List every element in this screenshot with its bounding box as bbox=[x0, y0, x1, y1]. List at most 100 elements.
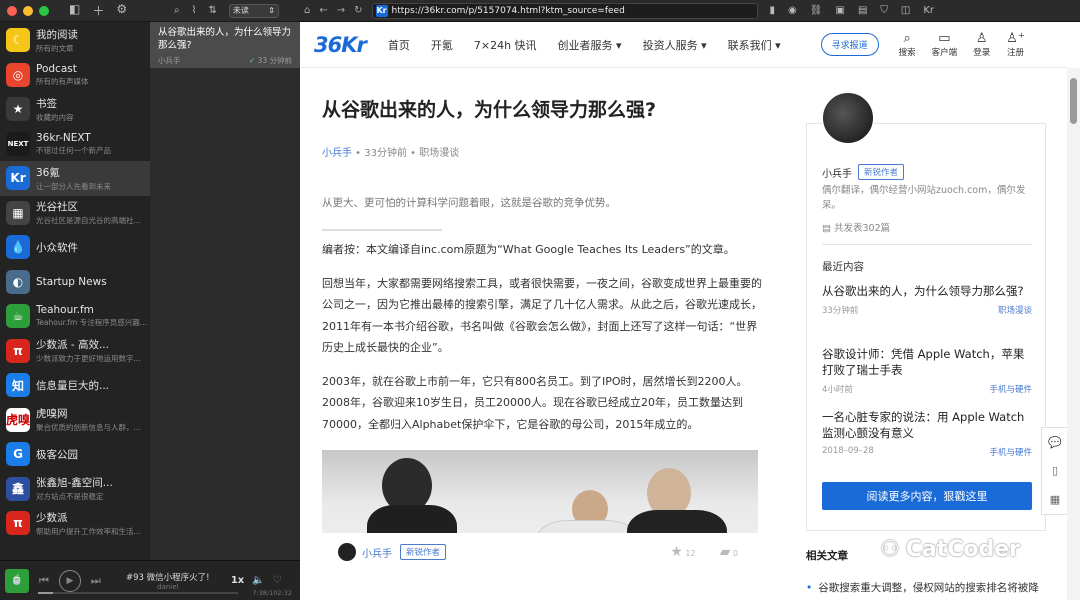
forward-icon[interactable]: → bbox=[337, 5, 345, 16]
header-客户端-button[interactable]: ▭ 客户端 bbox=[932, 31, 958, 58]
previous-icon[interactable]: ⏮ bbox=[39, 574, 49, 588]
recent-article[interactable]: 一名心脏专家的说法：用 Apple Watch 监测心颤没有意义 2018–09–… bbox=[822, 409, 1032, 458]
sidebar-feed-item[interactable]: ◐ Startup News bbox=[0, 265, 150, 300]
sidebar-feed-item[interactable]: π 少数派 帮助用户提升工作效率和生活... bbox=[0, 506, 150, 541]
heart-icon[interactable]: ♡ bbox=[273, 575, 282, 586]
author-name[interactable]: 小兵手 bbox=[362, 545, 392, 560]
sidebar-feed-item[interactable]: ◎ Podcast 所有的有声媒体 bbox=[0, 58, 150, 93]
feed-subtitle: 所有的有声媒体 bbox=[36, 76, 89, 86]
feed-list: ☾ 我的阅读 所有的文章 ◎ Podcast 所有的有声媒体 ★ 书签 收藏的内容 NEXT 36k… bbox=[0, 23, 150, 541]
player-artwork: 🍵 bbox=[5, 568, 29, 593]
sidebar-feed-item[interactable]: 虎嗅 虎嗅网 聚合优质的创新信息与人群，... bbox=[0, 403, 150, 438]
url-text: https://36kr.com/p/5157074.html?ktm_sour… bbox=[391, 5, 625, 16]
sidebar-feed-item[interactable]: NEXT 36kr-NEXT 不错过任何一个新产品 bbox=[0, 127, 150, 162]
mobile-icon[interactable]: ▯ bbox=[1052, 464, 1058, 477]
recent-article-category[interactable]: 手机与硬件 bbox=[989, 383, 1032, 395]
sort-icon[interactable]: ⇅ bbox=[209, 5, 217, 16]
playback-speed-button[interactable]: 1x bbox=[231, 575, 244, 586]
nav-item[interactable]: 首页 bbox=[388, 37, 410, 53]
playback-progress[interactable] bbox=[38, 592, 238, 594]
article-author[interactable]: 小兵手 bbox=[322, 148, 352, 159]
reader-icon[interactable]: ◫ bbox=[901, 5, 910, 16]
seek-report-button[interactable]: 寻求报道 bbox=[820, 33, 879, 56]
list-item[interactable]: 从谷歌出来的人，为什么领导力那么强? 小兵手 ✓ 33 分钟前 bbox=[150, 22, 300, 68]
favorite-button[interactable]: ★ 12 bbox=[670, 544, 695, 560]
geekpark-icon: G bbox=[6, 442, 30, 467]
page-scrollbar[interactable] bbox=[1067, 68, 1080, 600]
recent-article-time: 2018–09–28 bbox=[822, 446, 874, 456]
sidebar-feed-item[interactable]: Kr 36氪 让一部分人先看到未来 bbox=[0, 161, 150, 196]
recent-article-title: 谷歌设计师：凭借 Apple Watch，苹果打败了瑞士手表 bbox=[822, 347, 1025, 377]
recent-article[interactable]: 从谷歌出来的人，为什么领导力那么强? 33分钟前 职场漫谈 bbox=[822, 283, 1032, 316]
home-icon[interactable]: ⌂ bbox=[304, 5, 310, 16]
add-feed-icon[interactable]: ＋ bbox=[92, 2, 104, 19]
recent-article-category[interactable]: 手机与硬件 bbox=[989, 446, 1032, 458]
sidebar-feed-item[interactable]: 鑫张鑫旭-鑫空间... 对方站点不是很稳定 bbox=[0, 472, 150, 507]
broom-icon[interactable]: ⌇ bbox=[192, 5, 197, 16]
site-logo[interactable]: 36Kr bbox=[314, 33, 367, 57]
search-icon[interactable]: ⌕ bbox=[174, 5, 180, 16]
recent-article-time: 4小时前 bbox=[822, 385, 853, 395]
header-登录-button[interactable]: ♙ 登录 bbox=[973, 31, 990, 58]
sspai2-icon: π bbox=[6, 511, 30, 536]
comment-button[interactable]: ▰ 0 bbox=[720, 544, 738, 560]
nav-item[interactable]: 7×24h 快讯 bbox=[474, 37, 537, 53]
related-heading: 相关文章 bbox=[806, 550, 848, 562]
sidebar-feed-item[interactable]: ★ 书签 收藏的内容 bbox=[0, 92, 150, 127]
play-button[interactable]: ▶ bbox=[58, 569, 81, 592]
sidebar-feed-item[interactable]: ☕ Teahour.fm Teahour.fm 专注程序员感兴趣... bbox=[0, 299, 150, 334]
nav-item[interactable]: 创业者服务 ▾ bbox=[558, 37, 622, 53]
next-icon[interactable]: ⏭ bbox=[91, 574, 101, 588]
card-author-name[interactable]: 小兵手 bbox=[822, 165, 852, 180]
shield-icon[interactable]: ⛉ bbox=[880, 5, 888, 16]
sidebar-feed-item[interactable]: G 极客公园 bbox=[0, 437, 150, 472]
article-paragraph: 回想当年，大家都需要网络搜索工具，或者很快需要，一夜之间，谷歌变成世界上最重要的… bbox=[322, 276, 762, 355]
compass-icon[interactable]: ◉ bbox=[788, 5, 797, 16]
recent-article-category[interactable]: 职场漫谈 bbox=[998, 304, 1032, 316]
volume-icon[interactable]: 🔈 bbox=[252, 575, 264, 586]
back-icon[interactable]: ← bbox=[319, 5, 327, 16]
chat-icon[interactable]: 💬 bbox=[1048, 436, 1062, 449]
author-avatar[interactable] bbox=[338, 543, 356, 561]
nav-item[interactable]: 开氪 bbox=[431, 37, 453, 53]
feed-title: Podcast bbox=[36, 62, 77, 75]
author-avatar[interactable] bbox=[821, 91, 875, 145]
reload-icon[interactable]: ↻ bbox=[354, 5, 362, 16]
nav-item[interactable]: 投资人服务 ▾ bbox=[643, 37, 707, 53]
url-field[interactable]: Kr https://36kr.com/p/5157074.html?ktm_s… bbox=[371, 2, 758, 19]
close-window-button[interactable] bbox=[7, 5, 17, 16]
read-more-button[interactable]: 阅读更多内容，狠戳这里 bbox=[822, 482, 1032, 510]
kr-extension-icon[interactable]: Kr bbox=[923, 5, 934, 16]
unread-filter-select[interactable]: 未读 ⇕ bbox=[228, 3, 279, 18]
layout-icon[interactable]: ▤ bbox=[858, 5, 867, 16]
bookmark-icon[interactable]: ▮ bbox=[770, 5, 776, 16]
sidebar-feed-item[interactable]: ☾ 我的阅读 所有的文章 bbox=[0, 23, 150, 58]
header-搜索-button[interactable]: ⌕ 搜索 bbox=[899, 31, 916, 58]
related-article-link[interactable]: • 谷歌搜索重大调整，侵权网站的搜索排名将被降 bbox=[806, 580, 1039, 595]
link-icon[interactable]: ⛓ bbox=[810, 5, 823, 16]
sidebar-feed-item[interactable]: ▦ 光谷社区 光谷社区是源自光谷的高端社... bbox=[0, 196, 150, 231]
nav-item[interactable]: 联系我们 ▾ bbox=[728, 37, 781, 53]
feed-subtitle: 帮助用户提升工作效率和生活... bbox=[36, 526, 141, 536]
episode-title: #93 微信小程序火了! bbox=[126, 572, 210, 583]
header-注册-button[interactable]: ♙⁺ 注册 bbox=[1006, 31, 1025, 58]
watermark-text: CatCoder bbox=[905, 537, 1021, 562]
sidebar-feed-item[interactable]: π 少数派 - 高效... 少数派致力于更好地运用数字... bbox=[0, 334, 150, 369]
image-icon[interactable]: ▣ bbox=[835, 5, 844, 16]
toggle-sidebar-icon[interactable]: ◧ bbox=[69, 2, 80, 19]
qrcode-icon[interactable]: ▦ bbox=[1050, 493, 1060, 506]
feed-subtitle: 聚合优质的创新信息与人群，... bbox=[36, 423, 141, 433]
related-article-title: 谷歌搜索重大调整，侵权网站的搜索排名将被降 bbox=[818, 582, 1039, 594]
article-category[interactable]: 职场漫谈 bbox=[419, 148, 459, 159]
minimize-window-button[interactable] bbox=[23, 5, 33, 16]
sidebar-feed-item[interactable]: 知信息量巨大的... bbox=[0, 368, 150, 403]
zoom-window-button[interactable] bbox=[39, 5, 49, 16]
summary-divider bbox=[322, 229, 442, 231]
article-list: ⌕ ⌇ ⇅ 未读 ⇕ 从谷歌出来的人，为什么领导力那么强? 小兵手 ✓ 33 分… bbox=[150, 0, 300, 560]
article-meta: 小兵手 • 33分钟前 • 职场漫谈 bbox=[322, 148, 460, 159]
gear-icon[interactable]: ⚙ bbox=[116, 2, 127, 19]
feed-title: 信息量巨大的... bbox=[36, 379, 110, 392]
recent-article[interactable]: 谷歌设计师：凭借 Apple Watch，苹果打败了瑞士手表 4小时前 手机与硬件 bbox=[822, 346, 1032, 395]
scroll-thumb[interactable] bbox=[1070, 78, 1077, 124]
sidebar-feed-item[interactable]: 💧 小众软件 bbox=[0, 230, 150, 265]
